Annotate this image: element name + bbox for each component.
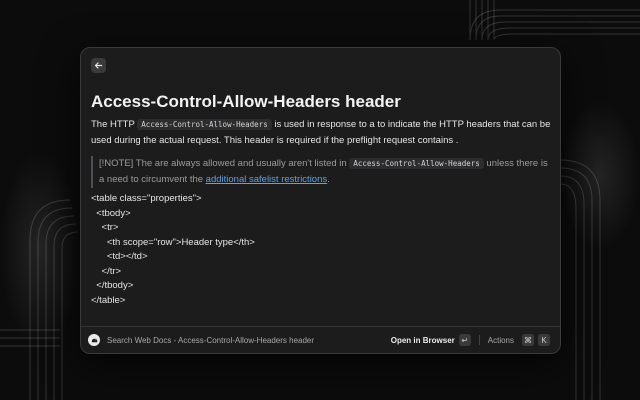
- code-line: <table class="properties">: [91, 193, 202, 204]
- docs-window: Access-Control-Allow-Headers header The …: [80, 47, 561, 354]
- code-line: <tr>: [91, 222, 119, 233]
- page-title: Access-Control-Allow-Headers header: [91, 92, 401, 111]
- intro-text: The HTTP: [91, 119, 138, 130]
- extension-icon: [88, 334, 100, 346]
- intro-paragraph: The HTTP Access-Control-Allow-Headers is…: [91, 117, 551, 149]
- action-bar: Search Web Docs - Access-Control-Allow-H…: [81, 326, 560, 353]
- note-block: [!NOTE] The are always allowed and usual…: [91, 156, 551, 188]
- actions-button[interactable]: Actions: [488, 336, 514, 345]
- note-text-end: .: [327, 174, 330, 185]
- code-block: <table class="properties"> <tbody> <tr> …: [91, 192, 551, 308]
- navigation-title: Search Web Docs - Access-Control-Allow-H…: [107, 335, 315, 345]
- doc-content: Access-Control-Allow-Headers header The …: [91, 91, 551, 308]
- code-line: </table>: [91, 294, 126, 306]
- arrow-left-icon: [94, 62, 103, 69]
- code-line: <tbody>: [91, 207, 131, 219]
- k-key-hint: K: [538, 334, 550, 346]
- code-line: <th scope="row">Header type</th>: [91, 236, 255, 248]
- divider: [478, 335, 480, 345]
- back-button[interactable]: [91, 58, 106, 73]
- note-text: [!NOTE] The are always allowed and usual…: [99, 158, 350, 169]
- code-line: </tbody>: [91, 280, 134, 291]
- intro-code: Access-Control-Allow-Headers: [137, 119, 272, 130]
- dino-icon: [91, 338, 97, 342]
- code-line: <td></td>: [91, 251, 148, 262]
- code-line: </tr>: [91, 265, 122, 277]
- note-code: Access-Control-Allow-Headers: [349, 158, 484, 169]
- safelist-link[interactable]: additional safelist restrictions: [206, 174, 327, 185]
- enter-key-hint: ↵: [458, 334, 471, 346]
- open-in-browser-button[interactable]: Open in Browser: [391, 336, 455, 345]
- command-key-hint: ⌘: [522, 334, 534, 346]
